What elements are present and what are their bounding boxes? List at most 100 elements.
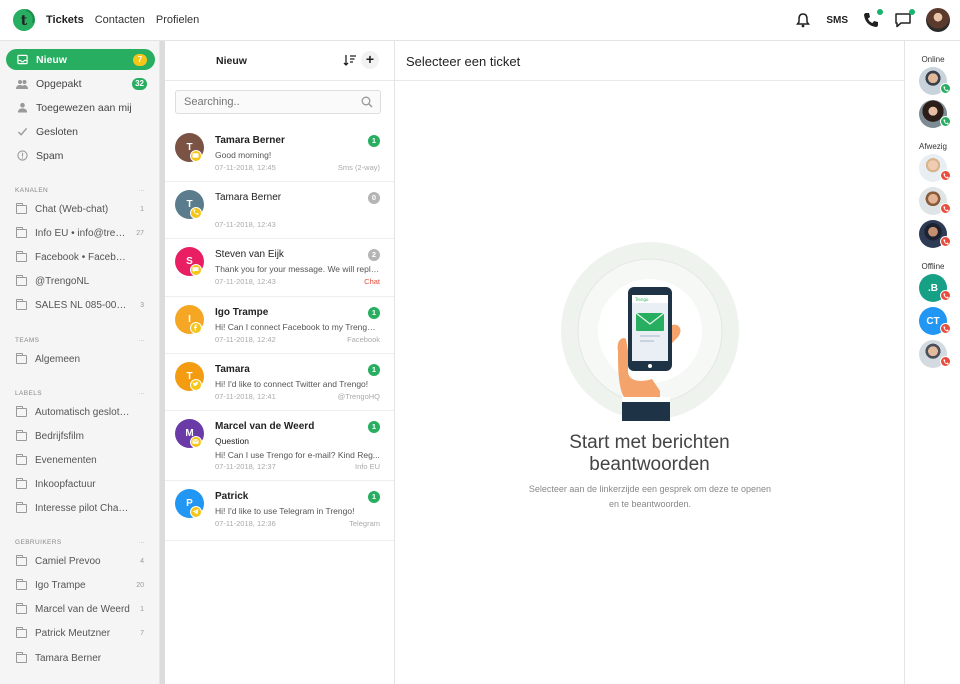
folder-icon	[16, 226, 27, 238]
nav-profielen[interactable]: Profielen	[156, 14, 199, 26]
folder-label: Bedrijfsfilm	[35, 430, 84, 442]
bell-icon[interactable]	[794, 11, 812, 29]
sidebar-item-spam[interactable]: Spam	[6, 145, 155, 166]
sidebar-item-gesloten[interactable]: Gesloten	[6, 121, 155, 142]
folder-icon	[16, 626, 27, 638]
channel-badge	[190, 436, 202, 448]
ticket-row[interactable]: T Tamara Berner 07-11-2018, 12:43 0	[165, 182, 394, 239]
ticket-channel: Chat	[364, 277, 380, 286]
folder-icon	[16, 274, 27, 286]
sidebar-item-channel[interactable]: Info EU • info@trengo... 27	[16, 226, 146, 240]
folder-icon	[16, 651, 27, 663]
team-member-avatar[interactable]	[919, 100, 951, 128]
user-avatar[interactable]	[926, 8, 950, 32]
sms-button[interactable]: SMS	[826, 15, 848, 26]
sidebar-item-label-folder[interactable]: Evenementen	[16, 453, 146, 467]
sidebar-item-user[interactable]: Patrick Meutzner 7	[16, 626, 146, 640]
ticket-list-header: Nieuw +	[165, 41, 394, 81]
ticket-channel: @TrengoHQ	[337, 392, 380, 401]
presence-status-icon	[940, 290, 951, 301]
phone-icon	[943, 86, 948, 91]
phone-button[interactable]	[862, 9, 883, 29]
sidebar-item-label-folder[interactable]: Inkoopfactuur	[16, 477, 146, 491]
sidebar-item-user[interactable]: Marcel van de Weerd 1	[16, 602, 146, 616]
phone-icon	[943, 239, 948, 244]
section-more-button[interactable]: ...	[138, 336, 145, 343]
sidebar-item-opgepakt[interactable]: Opgepakt 32	[6, 73, 155, 94]
ticket-row[interactable]: P Patrick Hi! I'd like to use Telegram in …	[165, 481, 394, 541]
sidebar-item-channel[interactable]: Chat (Web-chat) 1	[16, 202, 146, 216]
sidebar-item-toegewezen[interactable]: Toegewezen aan mij	[6, 97, 155, 118]
folder-icon	[16, 429, 27, 441]
trengo-logo[interactable]: t	[12, 8, 36, 32]
main-header: Selecteer een ticket	[395, 41, 904, 81]
folder-count: 20	[136, 581, 144, 589]
top-nav: Tickets Contacten Profielen	[46, 14, 199, 26]
folder-label: SALES NL 085-001 3...	[35, 299, 130, 311]
sidebar-item-label: Opgepakt	[36, 77, 82, 90]
ticket-timestamp: 07-11-2018, 12:41	[215, 392, 276, 401]
team-member-avatar[interactable]: .B	[919, 274, 951, 302]
ticket-timestamp: 07-11-2018, 12:36	[215, 519, 276, 528]
sidebar-item-channel[interactable]: SALES NL 085-001 3... 3	[16, 298, 146, 312]
folder-count: 4	[140, 557, 144, 565]
search-icon[interactable]	[361, 96, 373, 108]
avatar-initials: CT	[926, 315, 940, 327]
sidebar-item-label: Nieuw	[36, 53, 67, 66]
chat-status-dot	[909, 9, 915, 15]
sidebar-item-nieuw[interactable]: Nieuw 7	[6, 49, 155, 70]
sidebar-item-user[interactable]: Tamara Berner	[16, 651, 146, 665]
section-more-button[interactable]: ...	[138, 389, 145, 396]
folder-label: Automatisch gesloten	[35, 406, 130, 418]
team-member-avatar[interactable]	[919, 154, 951, 182]
sidebar-item-user[interactable]: Igo Trampe 20	[16, 578, 146, 592]
ticket-timestamp: 07-11-2018, 12:37	[215, 462, 276, 471]
search-input[interactable]	[175, 90, 381, 114]
folder-icon	[16, 501, 27, 513]
team-member-avatar[interactable]	[919, 220, 951, 248]
ticket-row[interactable]: T Tamara Hi! I'd like to connect Twitter a…	[165, 354, 394, 411]
channel-badge	[190, 322, 202, 334]
sidebar-item-label-folder[interactable]: Interesse pilot Chatb...	[16, 501, 146, 515]
folder-icon	[16, 477, 27, 489]
contact-name: Marcel van de Weerd	[215, 421, 315, 432]
inbox-icon	[16, 54, 28, 66]
sort-icon[interactable]	[343, 54, 357, 66]
empty-state-title-line: beantwoorden	[589, 454, 710, 475]
chat-button[interactable]	[894, 9, 915, 29]
channel-badge	[190, 150, 202, 162]
team-member-avatar[interactable]: CT	[919, 307, 951, 335]
sidebar: Nieuw 7 Opgepakt 32 Toegewezen aan mij G…	[0, 41, 160, 684]
nav-contacten[interactable]: Contacten	[95, 14, 145, 26]
sidebar-item-label-folder[interactable]: Bedrijfsfilm	[16, 429, 146, 443]
sidebar-item-label-folder[interactable]: Automatisch gesloten	[16, 405, 146, 419]
folder-label: Algemeen	[35, 353, 81, 365]
sidebar-item-team[interactable]: Algemeen	[16, 352, 146, 366]
user-icon	[16, 102, 28, 114]
ticket-channel: Sms (2-way)	[337, 163, 380, 172]
ticket-row[interactable]: S Steven van Eijk Thank you for your messa…	[165, 239, 394, 297]
folder-label: Inkoopfactuur	[35, 478, 96, 490]
section-more-button[interactable]: ...	[138, 186, 145, 193]
sidebar-item-channel[interactable]: Facebook • Facebook	[16, 250, 146, 264]
sidebar-item-user[interactable]: Camiel Prevoo 4	[16, 554, 146, 568]
ticket-row[interactable]: I Igo Trampe Hi! Can I connect Facebook to…	[165, 297, 394, 354]
sidebar-item-channel[interactable]: @TrengoNL	[16, 274, 146, 288]
team-member-avatar[interactable]	[919, 187, 951, 215]
contact-name: Tamara Berner	[215, 192, 282, 203]
folder-icon	[16, 298, 27, 310]
team-member-avatar[interactable]	[919, 67, 951, 95]
avatar-initials: .B	[928, 282, 938, 294]
ticket-row[interactable]: T Tamara Berner Good morning! 07-11-2018, 1…	[165, 125, 394, 182]
team-member-avatar[interactable]	[919, 340, 951, 368]
ticket-timestamp: 07-11-2018, 12:43	[215, 220, 276, 229]
ticket-row[interactable]: M Marcel van de Weerd Question Hi! Can I us…	[165, 411, 394, 481]
section-title-teams: TEAMS ...	[15, 336, 145, 344]
presence-status-icon	[940, 236, 951, 247]
nav-tickets[interactable]: Tickets	[46, 14, 84, 26]
section-more-button[interactable]: ...	[138, 538, 145, 545]
ticket-timestamp: 07-11-2018, 12:42	[215, 335, 276, 344]
svg-text:Trengo: Trengo	[634, 297, 649, 302]
add-ticket-button[interactable]: +	[361, 51, 379, 69]
folder-label: Tamara Berner	[35, 652, 102, 664]
